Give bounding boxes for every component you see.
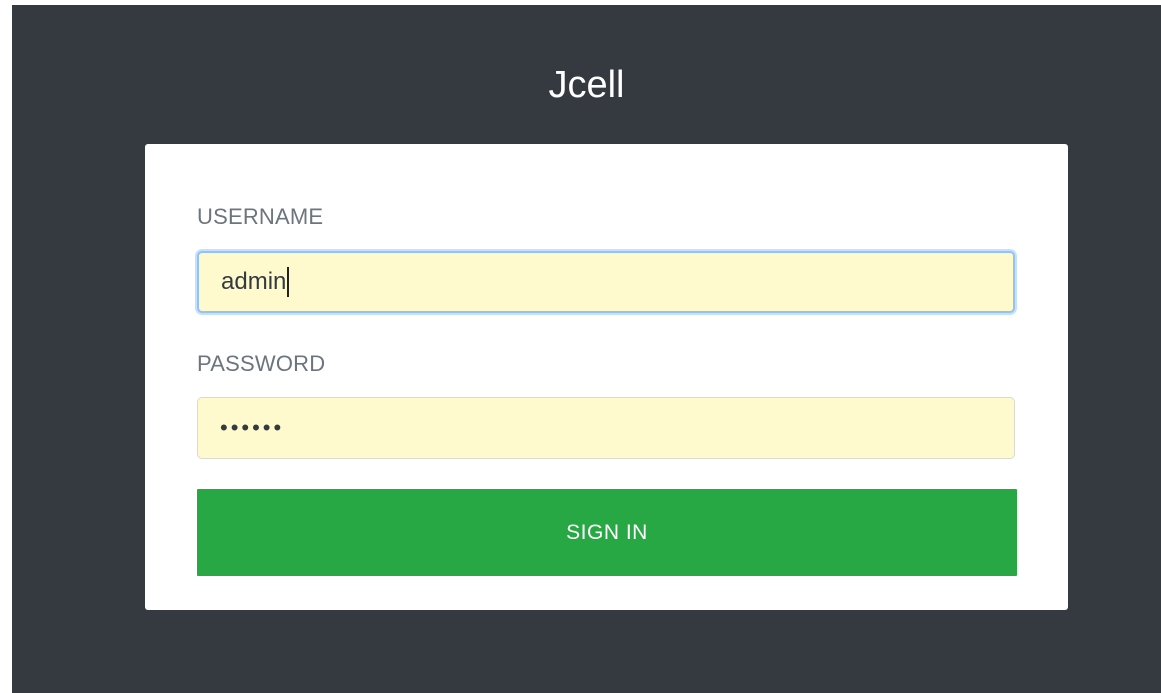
username-label: USERNAME [197, 204, 324, 229]
text-caret [287, 267, 290, 297]
login-screen: Jcell USERNAME admin PASSWORD •••••• SIG… [12, 5, 1161, 693]
password-masked-value: •••••• [220, 415, 285, 440]
username-value: admin [221, 268, 287, 295]
app-title: Jcell [548, 64, 625, 106]
sign-in-button[interactable]: SIGN IN [197, 489, 1017, 576]
password-field[interactable]: •••••• [197, 397, 1015, 459]
login-card: USERNAME admin PASSWORD •••••• SIGN IN [145, 144, 1068, 610]
password-label: PASSWORD [197, 351, 326, 376]
username-field[interactable]: admin [197, 251, 1015, 313]
